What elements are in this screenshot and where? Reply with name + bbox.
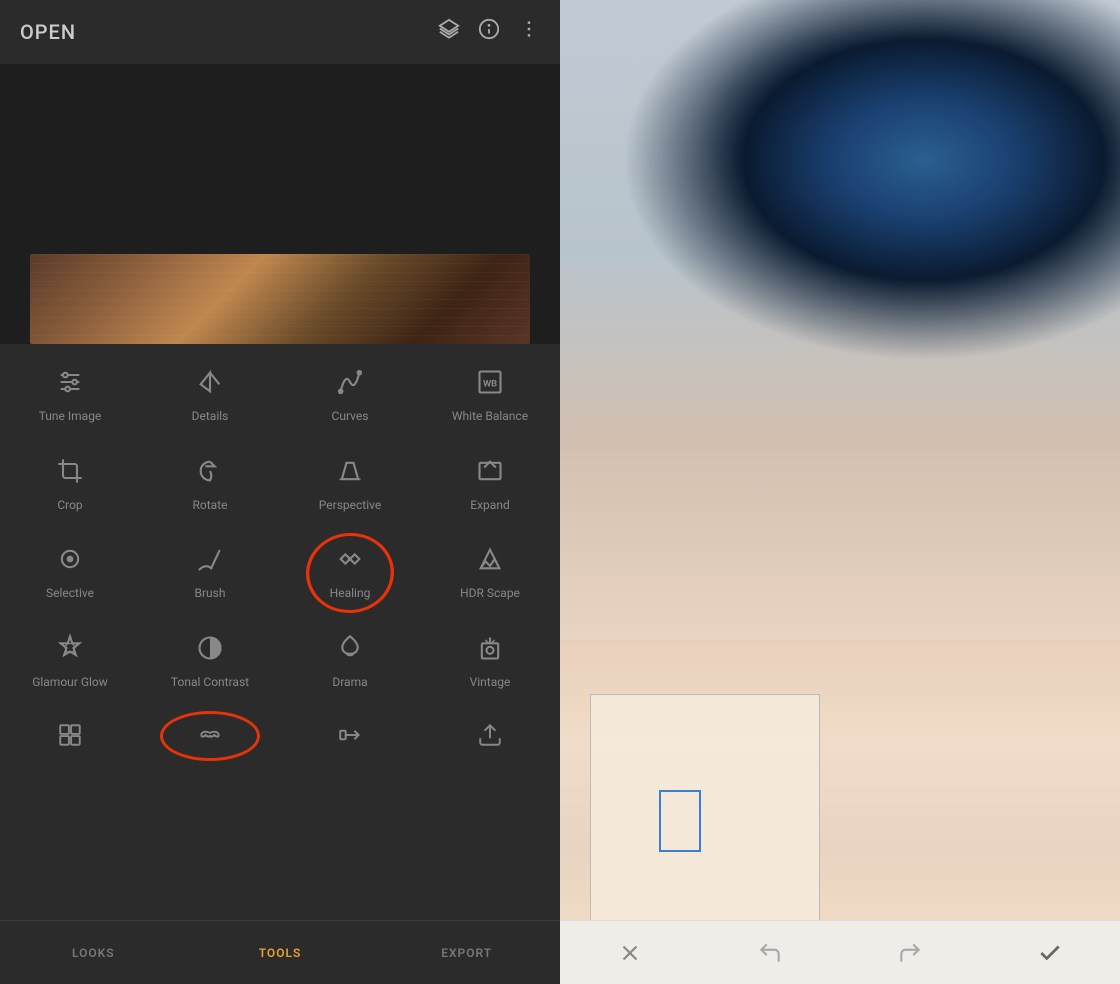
crop-label: Crop xyxy=(57,498,82,514)
tool-gear-nav[interactable] xyxy=(280,706,420,777)
healing-label: Healing xyxy=(330,586,371,602)
right-panel xyxy=(560,0,1120,984)
bottom-nav-looks-label: LOOKS xyxy=(72,946,115,960)
tool-export-nav[interactable] xyxy=(420,706,560,777)
bottom-nav-tools-label: TOOLS xyxy=(259,946,302,960)
tool-perspective[interactable]: Perspective xyxy=(280,441,420,530)
tune-image-icon xyxy=(56,368,84,401)
undo-button[interactable] xyxy=(757,940,783,966)
tool-healing[interactable]: Healing xyxy=(280,529,420,618)
app-title: OPEN xyxy=(20,20,76,44)
bottom-nav-export-label: EXPORT xyxy=(441,946,492,960)
tool-vintage[interactable]: Vintage xyxy=(420,618,560,707)
details-label: Details xyxy=(192,409,229,425)
tool-tune-image[interactable]: Tune Image xyxy=(0,352,140,441)
tools-grid: Tune Image Details Curves xyxy=(0,344,560,920)
layers-icon[interactable] xyxy=(438,18,460,46)
preview-area xyxy=(0,64,560,344)
tool-curves[interactable]: Curves xyxy=(280,352,420,441)
selective-icon xyxy=(56,545,84,578)
tool-glamour-glow[interactable]: Glamour Glow xyxy=(0,618,140,707)
selective-label: Selective xyxy=(46,586,94,602)
white-balance-icon: WB xyxy=(476,368,504,401)
thumbnail-cursor xyxy=(659,790,701,852)
hdr-scape-label: HDR Scape xyxy=(460,586,520,602)
tool-rotate[interactable]: Rotate xyxy=(140,441,280,530)
tool-brush[interactable]: Brush xyxy=(140,529,280,618)
drama-label: Drama xyxy=(332,675,367,691)
preview-image xyxy=(30,254,530,344)
healing-icon xyxy=(336,545,364,578)
tool-looks-nav[interactable] xyxy=(0,706,140,777)
brush-label: Brush xyxy=(195,586,226,602)
eye-image xyxy=(560,0,1120,640)
glamour-glow-label: Glamour Glow xyxy=(32,675,108,691)
rotate-label: Rotate xyxy=(193,498,228,514)
curves-icon xyxy=(336,368,364,401)
details-icon xyxy=(196,368,224,401)
tool-expand[interactable]: Expand xyxy=(420,441,560,530)
expand-label: Expand xyxy=(470,498,509,514)
tools-wrench-icon xyxy=(337,722,363,753)
brush-icon xyxy=(196,545,224,578)
tool-crop[interactable]: Crop xyxy=(0,441,140,530)
tune-image-label: Tune Image xyxy=(39,409,102,425)
tool-hdr-scape[interactable]: HDR Scape xyxy=(420,529,560,618)
crop-icon xyxy=(56,457,84,490)
tonal-contrast-icon xyxy=(196,634,224,667)
action-bar xyxy=(560,920,1120,984)
thumbnail-overlay xyxy=(590,694,820,924)
rotate-icon xyxy=(196,457,224,490)
redo-button[interactable] xyxy=(897,940,923,966)
tool-tonal-contrast[interactable]: Tonal Contrast xyxy=(140,618,280,707)
top-bar-actions xyxy=(438,18,540,46)
tool-details[interactable]: Details xyxy=(140,352,280,441)
tools-nav-icon xyxy=(197,722,223,753)
confirm-button[interactable] xyxy=(1037,940,1063,966)
svg-text:WB: WB xyxy=(483,379,497,390)
info-icon[interactable] xyxy=(478,18,500,46)
bottom-nav-tools[interactable]: TOOLS xyxy=(187,921,374,984)
bottom-nav: LOOKS TOOLS EXPORT xyxy=(0,920,560,984)
white-balance-label: White Balance xyxy=(452,409,528,425)
cancel-button[interactable] xyxy=(617,940,643,966)
export-nav-icon xyxy=(477,722,503,753)
vintage-label: Vintage xyxy=(470,675,511,691)
looks-nav-icon xyxy=(57,722,83,753)
drama-icon xyxy=(336,634,364,667)
top-bar: OPEN xyxy=(0,0,560,64)
perspective-icon xyxy=(336,457,364,490)
left-panel: OPEN xyxy=(0,0,560,984)
curves-label: Curves xyxy=(332,409,369,425)
tool-drama[interactable]: Drama xyxy=(280,618,420,707)
bottom-nav-looks[interactable]: LOOKS xyxy=(0,921,187,984)
tool-selective[interactable]: Selective xyxy=(0,529,140,618)
glamour-glow-icon xyxy=(56,634,84,667)
vintage-icon xyxy=(476,634,504,667)
more-icon[interactable] xyxy=(518,18,540,46)
hdr-scape-icon xyxy=(476,545,504,578)
tool-white-balance[interactable]: WB White Balance xyxy=(420,352,560,441)
expand-icon xyxy=(476,457,504,490)
perspective-label: Perspective xyxy=(319,498,381,514)
tonal-contrast-label: Tonal Contrast xyxy=(171,675,249,691)
bottom-nav-export[interactable]: EXPORT xyxy=(373,921,560,984)
tool-mustache-nav[interactable] xyxy=(140,706,280,777)
